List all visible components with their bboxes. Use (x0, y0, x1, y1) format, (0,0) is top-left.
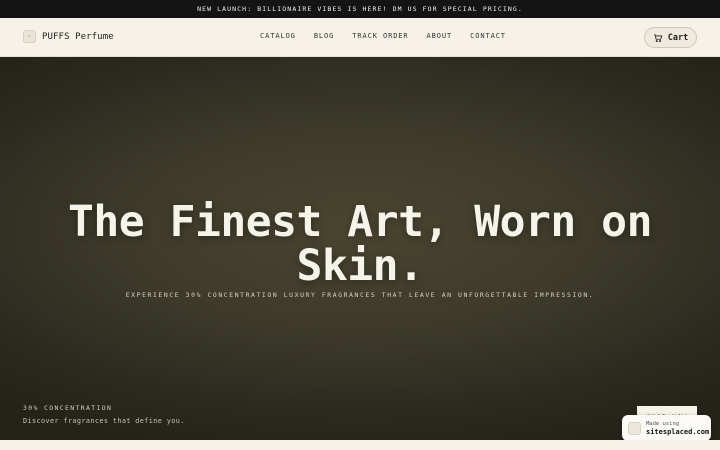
announcement-text: NEW LAUNCH: BILLIONAIRE VIBES IS HERE! D… (197, 5, 523, 13)
nav-contact[interactable]: CONTACT (470, 32, 506, 40)
shopping-cart-icon (654, 33, 663, 42)
cart-label: Cart (667, 32, 689, 43)
brand-link[interactable]: ◦ PUFFS Perfume (23, 30, 114, 43)
brand-name: PUFFS Perfume (42, 31, 114, 42)
site-header: ◦ PUFFS Perfume CATALOG BLOG TRACK ORDER… (0, 18, 720, 57)
made-using-badge[interactable]: Made using sitesplaced.com (622, 415, 711, 441)
page-bottom-strip (0, 440, 720, 450)
hero-headline: The Finest Art, Worn on Skin. (68, 197, 652, 291)
site-logo-icon (628, 421, 641, 435)
cart-button[interactable]: Cart (644, 27, 697, 48)
main-nav: CATALOG BLOG TRACK ORDER ABOUT CONTACT (260, 32, 506, 40)
concentration-label: 30% CONCENTRATION (23, 404, 113, 412)
perfume-bottle-icon: ◦ (23, 30, 36, 43)
badge-made-using: Made using (646, 420, 680, 427)
hero-section: The Finest Art, Worn on Skin. EXPERIENCE… (0, 57, 720, 440)
nav-catalog[interactable]: CATALOG (260, 32, 296, 40)
hero-subline: EXPERIENCE 30% CONCENTRATION LUXURY FRAG… (125, 291, 595, 299)
nav-track-order[interactable]: TRACK ORDER (352, 32, 408, 40)
announcement-bar: NEW LAUNCH: BILLIONAIRE VIBES IS HERE! D… (0, 0, 720, 18)
badge-site-name: sitesplaced.com (646, 428, 710, 436)
nav-blog[interactable]: BLOG (314, 32, 334, 40)
discover-text: Discover fragrances that define you. (23, 417, 185, 425)
nav-about[interactable]: ABOUT (427, 32, 453, 40)
